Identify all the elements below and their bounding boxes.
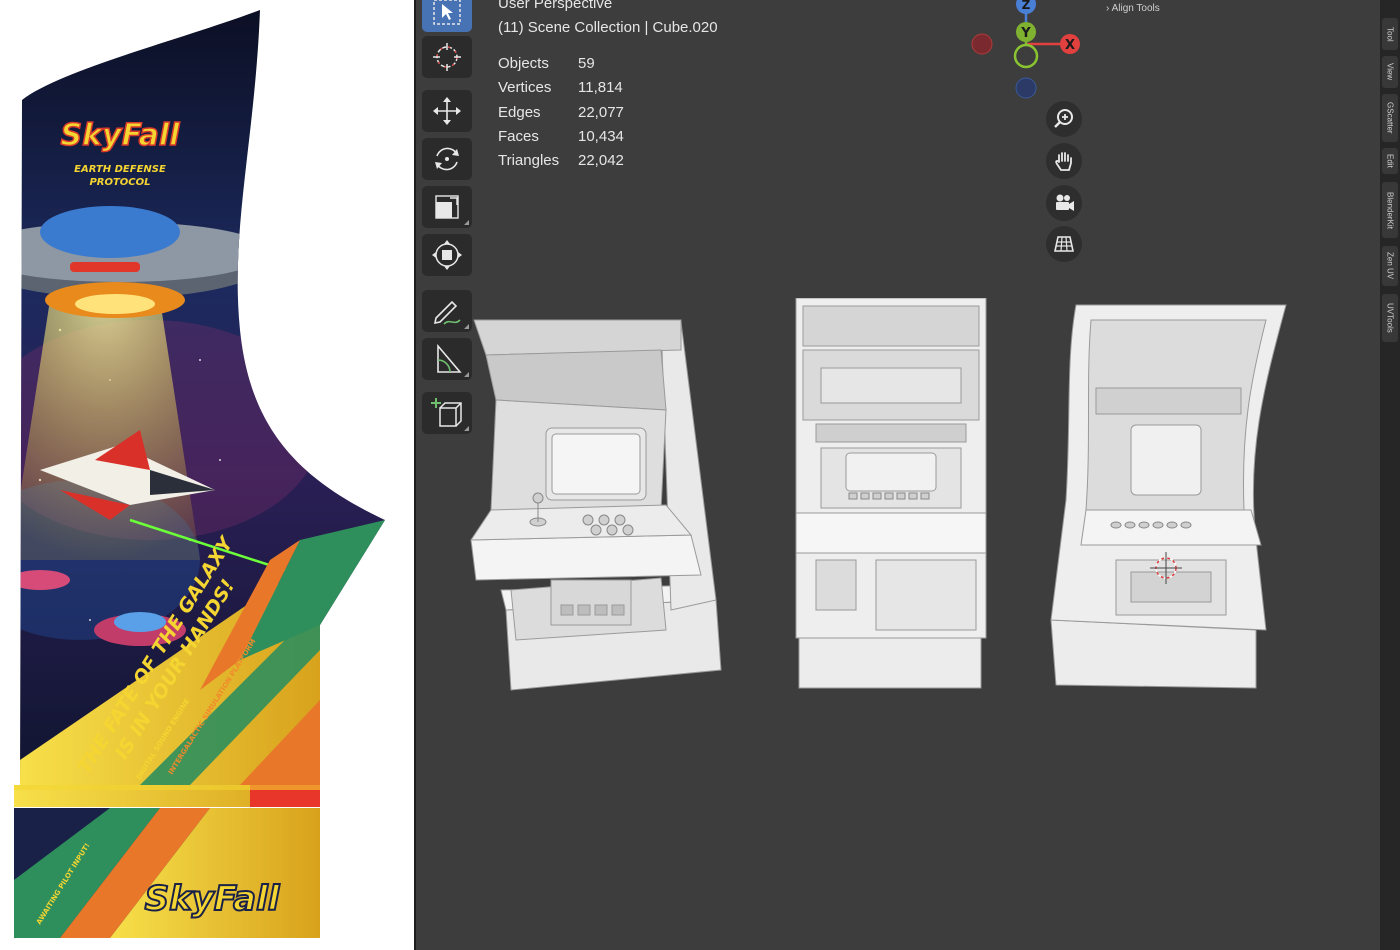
scale-tool[interactable] (422, 186, 472, 228)
measure-tool[interactable] (422, 338, 472, 380)
grid-ortho-icon (1054, 236, 1074, 252)
tab-uvtools[interactable]: UVTools (1382, 294, 1398, 342)
viewport-hud: User Perspective (11) Scene Collection |… (498, 0, 718, 40)
annotate-tool[interactable] (422, 290, 472, 332)
transform-tool[interactable] (422, 234, 472, 276)
transform-icon (432, 240, 462, 270)
tab-tool[interactable]: Tool (1382, 18, 1398, 50)
ruler-icon (437, 343, 462, 373)
stat-value: 10,434 (578, 127, 624, 145)
collection-label: (11) Scene Collection | Cube.020 (498, 19, 718, 36)
scale-icon (435, 195, 459, 219)
stat-row: Vertices 11,814 (498, 76, 658, 100)
scene-statistics: Objects 59 Vertices 11,814 Edges 22,077 … (498, 52, 658, 173)
stat-value: 59 (578, 55, 595, 72)
3d-viewport[interactable]: User Perspective (11) Scene Collection |… (416, 0, 1380, 950)
side-art-graphic: SkyFall EARTH DEFENSE PROTOCOL THE FATE … (14, 10, 385, 938)
add-cube-tool[interactable] (422, 392, 472, 434)
y-axis-label: Y (1020, 26, 1031, 41)
select-box-tool[interactable] (422, 0, 472, 32)
stat-label: Faces (498, 127, 539, 145)
stat-label: Triangles (498, 152, 560, 170)
logo-top: SkyFall (61, 118, 181, 153)
chevron-right-icon: › (1106, 3, 1110, 14)
navigation-gizmo[interactable]: X Y Z (966, 0, 1096, 110)
stat-value: 11,814 (578, 79, 623, 97)
perspective-label: User Perspective (498, 0, 613, 12)
tab-edit[interactable]: Edit (1382, 148, 1398, 174)
tab-blenderkit[interactable]: BlenderKit (1382, 182, 1398, 238)
cursor-arrow-icon (433, 0, 461, 25)
hand-pan-icon (1055, 152, 1072, 171)
neg-z-handle[interactable] (1015, 77, 1037, 99)
stat-label: Objects (498, 55, 549, 72)
stat-label: Edges (498, 103, 541, 121)
stat-row: Edges 22,077 (498, 101, 658, 125)
rotate-icon (435, 147, 459, 171)
cursor-tool[interactable] (422, 36, 472, 78)
ortho-toggle-button[interactable] (1046, 226, 1082, 262)
zoom-icon (1054, 109, 1073, 128)
arcade-cabinet-model-right[interactable] (1046, 300, 1291, 690)
stat-row: Triangles 22,042 (498, 149, 658, 173)
stat-row: Faces 10,434 (498, 125, 658, 149)
tab-gscatter[interactable]: GScatter (1382, 94, 1398, 142)
rotate-tool[interactable] (422, 138, 472, 180)
x-axis-label: X (1065, 38, 1075, 53)
stat-label: Vertices (498, 79, 552, 97)
neg-x-handle[interactable] (971, 33, 993, 55)
tab-view[interactable]: View (1382, 56, 1398, 88)
neg-y-handle[interactable] (1013, 43, 1039, 69)
zoom-button[interactable] (1046, 101, 1082, 137)
subtitle-line1: EARTH DEFENSE (74, 164, 166, 175)
stat-row: Objects 59 (498, 52, 658, 76)
align-tools-label: Align Tools (1111, 3, 1160, 14)
arcade-side-art: SkyFall EARTH DEFENSE PROTOCOL THE FATE … (0, 0, 414, 950)
pencil-icon (433, 300, 461, 325)
stat-value: 22,042 (578, 152, 624, 170)
stat-value: 22,077 (578, 103, 624, 121)
tab-zen-uv[interactable]: Zen UV (1382, 246, 1398, 286)
camera-icon (1056, 194, 1074, 211)
pan-button[interactable] (1046, 143, 1082, 179)
arcade-cabinet-model-center[interactable] (791, 298, 991, 693)
sidebar-tab-strip: Tool View GScatter Edit BlenderKit Zen U… (1380, 0, 1400, 950)
move-tool[interactable] (422, 90, 472, 132)
camera-view-button[interactable] (1046, 185, 1082, 221)
align-tools-panel[interactable]: › Align Tools (1106, 0, 1160, 18)
move-arrows-icon (433, 97, 461, 125)
z-axis-label: Z (1022, 0, 1031, 12)
logo-bottom: SkyFall (145, 879, 281, 919)
crosshair-icon (433, 43, 461, 71)
arcade-cabinet-model-left[interactable] (466, 310, 726, 695)
subtitle-line2: PROTOCOL (89, 177, 150, 188)
add-cube-icon (431, 398, 462, 427)
